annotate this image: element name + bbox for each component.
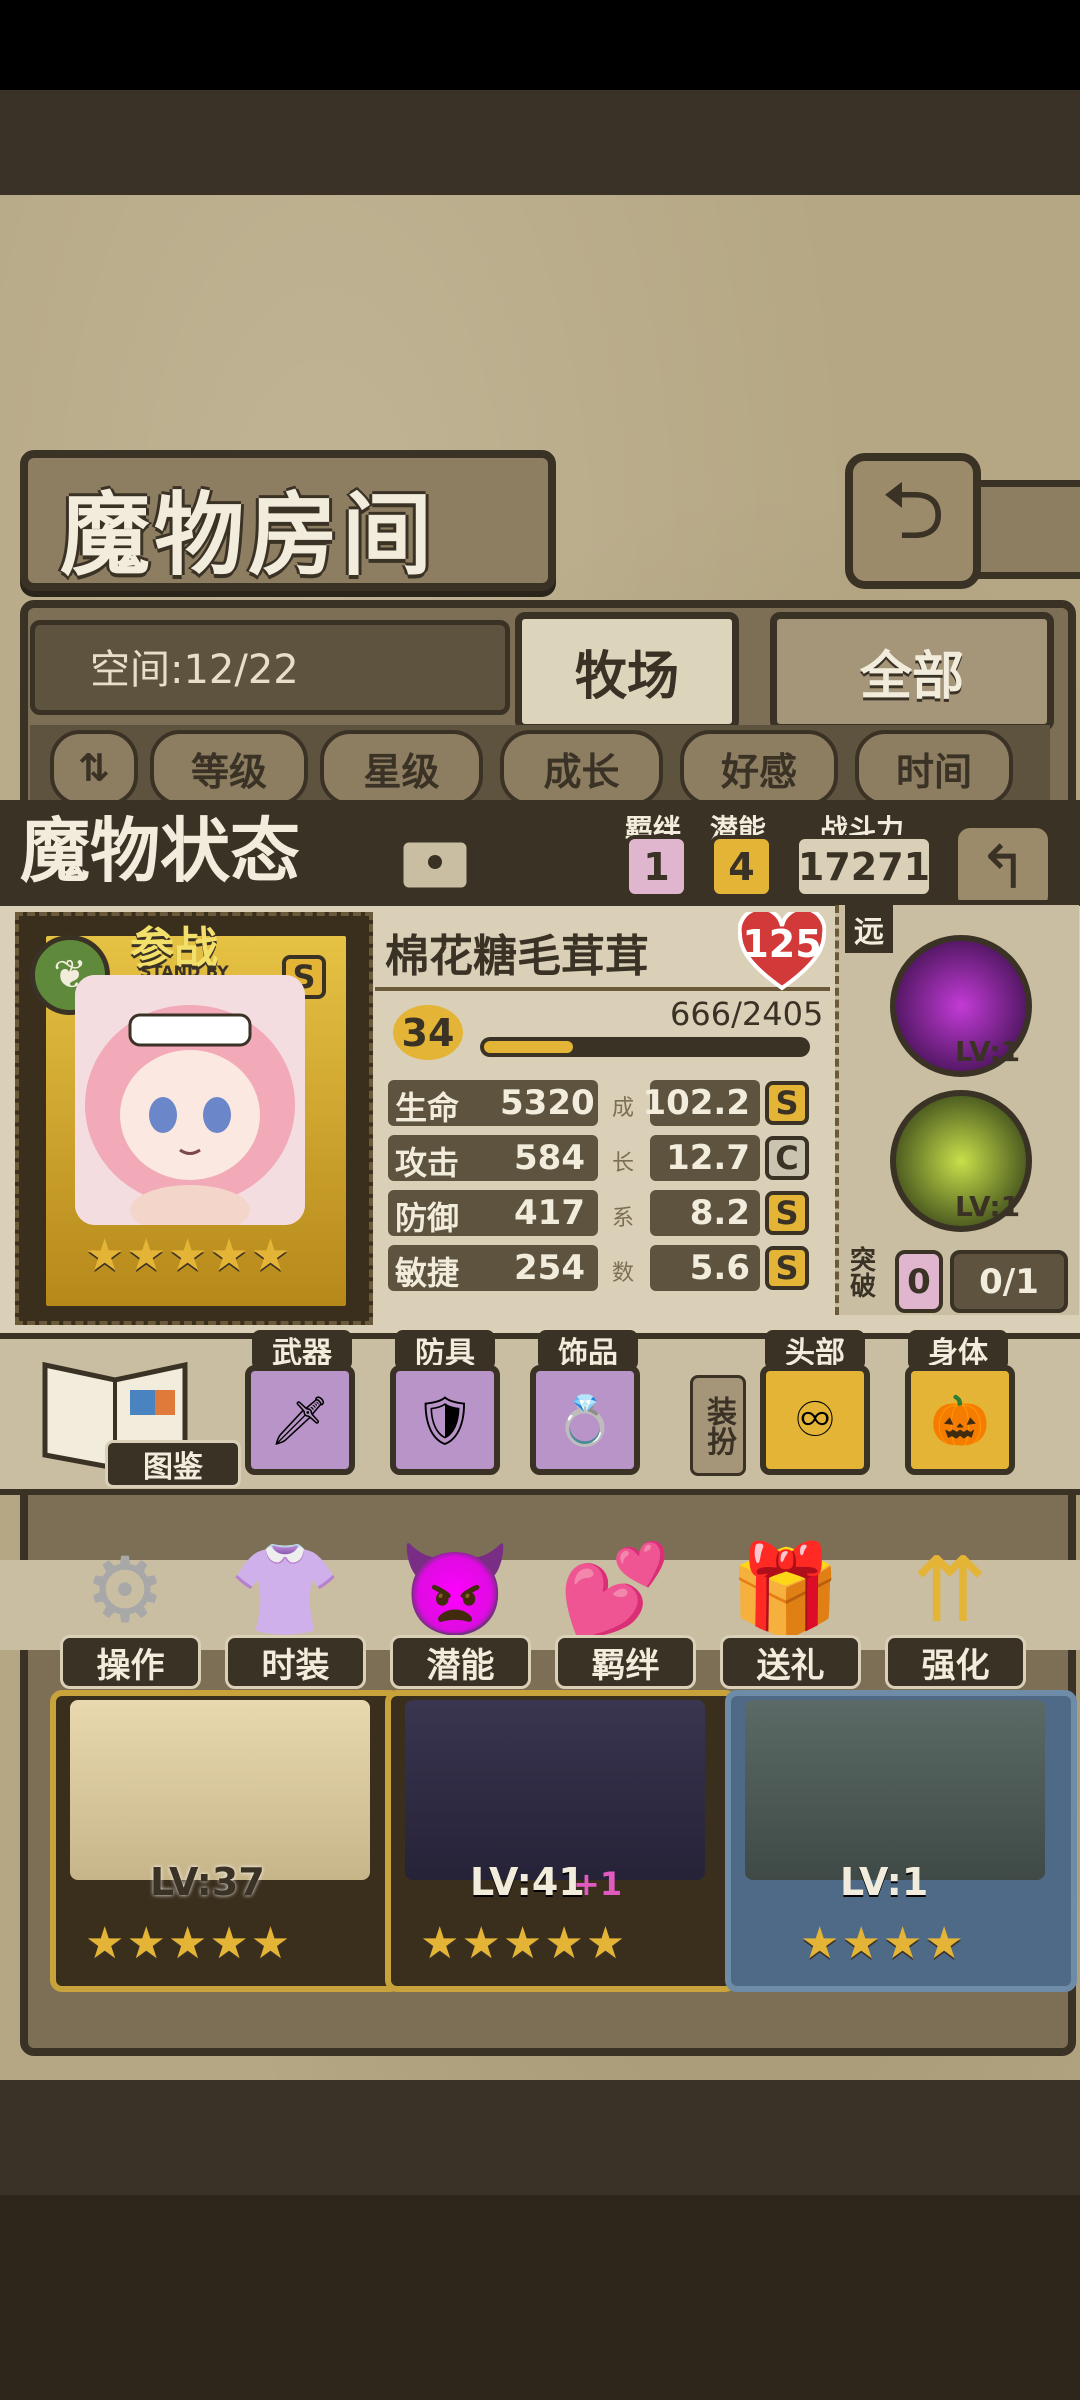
growth-value-defense: 8.2 [650,1190,760,1236]
bottom-dark-area [0,2195,1080,2400]
status-title: 魔物状态 [20,809,300,892]
weapon-label: 武器 [252,1330,352,1371]
monster-card-1-stars: ★★★★★ [85,1918,293,1969]
monster-card-1-art [70,1700,370,1880]
stat-value-attack: 584 [514,1138,585,1178]
monster-card-3-art [745,1700,1045,1880]
sort-time-button[interactable]: 时间 [855,730,1013,806]
bond-value: 1 [625,835,688,898]
space-counter: 空间:12/22 [90,647,299,693]
growth-caption-4: 数 [612,1261,635,1286]
monster-card-3-stars: ★★★★ [800,1918,966,1969]
potential-button[interactable]: 潜能 [390,1635,531,1689]
growth-grade-attack: C [765,1136,809,1180]
armor-label: 防具 [395,1330,495,1371]
growth-caption-3: 系 [612,1206,635,1231]
stat-label-agility: 敏捷 [395,1254,460,1292]
fashion-button[interactable]: 时装 [225,1635,366,1689]
armor-icon: 🛡 [414,1392,476,1449]
skill-2-level: LV:1 [955,1190,1021,1223]
monster-portrait [75,975,305,1225]
level-badge: 34 [393,1005,463,1060]
growth-value-agility: 5.6 [650,1245,760,1291]
sort-star-button[interactable]: 星级 [320,730,483,806]
page-title: 魔物房间 [60,482,436,588]
accessory-label: 饰品 [538,1330,638,1371]
monster-name: 棉花糖毛茸茸 [385,931,649,982]
breakthrough-label: 突破 [850,1246,877,1302]
weapon-icon: 🗡 [269,1392,331,1449]
headband-icon: ♾ [793,1392,837,1448]
tab-ranch[interactable]: 牧场 [515,612,739,731]
stat-value-defense: 417 [514,1193,585,1233]
growth-value-hp: 102.2 [642,1080,760,1126]
operate-button[interactable]: 操作 [60,1635,201,1689]
pumpkin-icon: 🎃 [930,1392,990,1449]
body-label: 身体 [908,1330,1008,1371]
monster-card-3-level: LV:1 [840,1860,929,1904]
growth-caption-2: 长 [612,1151,635,1176]
monster-card-2-stars: ★★★★★ [420,1918,628,1969]
breakthrough-progress[interactable]: 0/1 [950,1250,1068,1313]
growth-grade-hp: S [765,1081,809,1125]
return-icon: ⮌ [880,464,946,557]
monster-card-1-level: LV:37 [150,1860,265,1904]
weapon-slot[interactable]: 🗡 [245,1365,355,1475]
dress-label: 装扮 [690,1375,746,1476]
lock-icon[interactable] [395,800,475,895]
monster-card-2-level: LV:41 [470,1860,585,1904]
stat-value-hp: 5320 [500,1083,595,1123]
stat-label-attack: 攻击 [395,1144,460,1182]
exp-fill [484,1041,573,1053]
breakthrough-value: 0 [895,1250,943,1313]
return-icon: ↰ [977,833,1029,903]
growth-grade-agility: S [765,1246,809,1290]
stat-label-defense: 防御 [395,1199,460,1237]
sort-order-icon: ⇅ [78,746,110,790]
stat-value-agility: 254 [514,1248,585,1288]
monster-card-2-bonus: +1 [573,1865,623,1903]
power-value: 17271 [795,835,933,898]
ring-icon: 💍 [555,1392,615,1449]
back-button[interactable]: ⮌ [845,453,981,589]
accessory-slot[interactable]: 💍 [530,1365,640,1475]
sort-affection-button[interactable]: 好感 [680,730,838,806]
enhance-button[interactable]: 强化 [885,1635,1026,1689]
head-label: 头部 [765,1330,865,1371]
sort-growth-button[interactable]: 成长 [500,730,663,806]
growth-grade-defense: S [765,1191,809,1235]
growth-caption-1: 成 [612,1096,635,1121]
monster-card-2-art [405,1700,705,1880]
body-slot[interactable]: 🎃 [905,1365,1015,1475]
range-badge: 远 [845,905,893,953]
tab-all[interactable]: 全部 [770,612,1054,731]
growth-value-attack: 12.7 [650,1135,760,1181]
armor-slot[interactable]: 🛡 [390,1365,500,1475]
gift-button[interactable]: 送礼 [720,1635,861,1689]
exp-text: 666/2405 [670,995,824,1033]
skill-1-level: LV:1 [955,1035,1021,1068]
book-label[interactable]: 图鉴 [105,1440,241,1488]
heart-value: 125 [742,922,822,966]
monster-stars: ★★★★★ [85,1230,293,1281]
bond-button[interactable]: 羁绊 [555,1635,696,1689]
potential-value: 4 [710,835,773,898]
stat-label-hp: 生命 [395,1089,460,1127]
head-slot[interactable]: ♾ [760,1365,870,1475]
